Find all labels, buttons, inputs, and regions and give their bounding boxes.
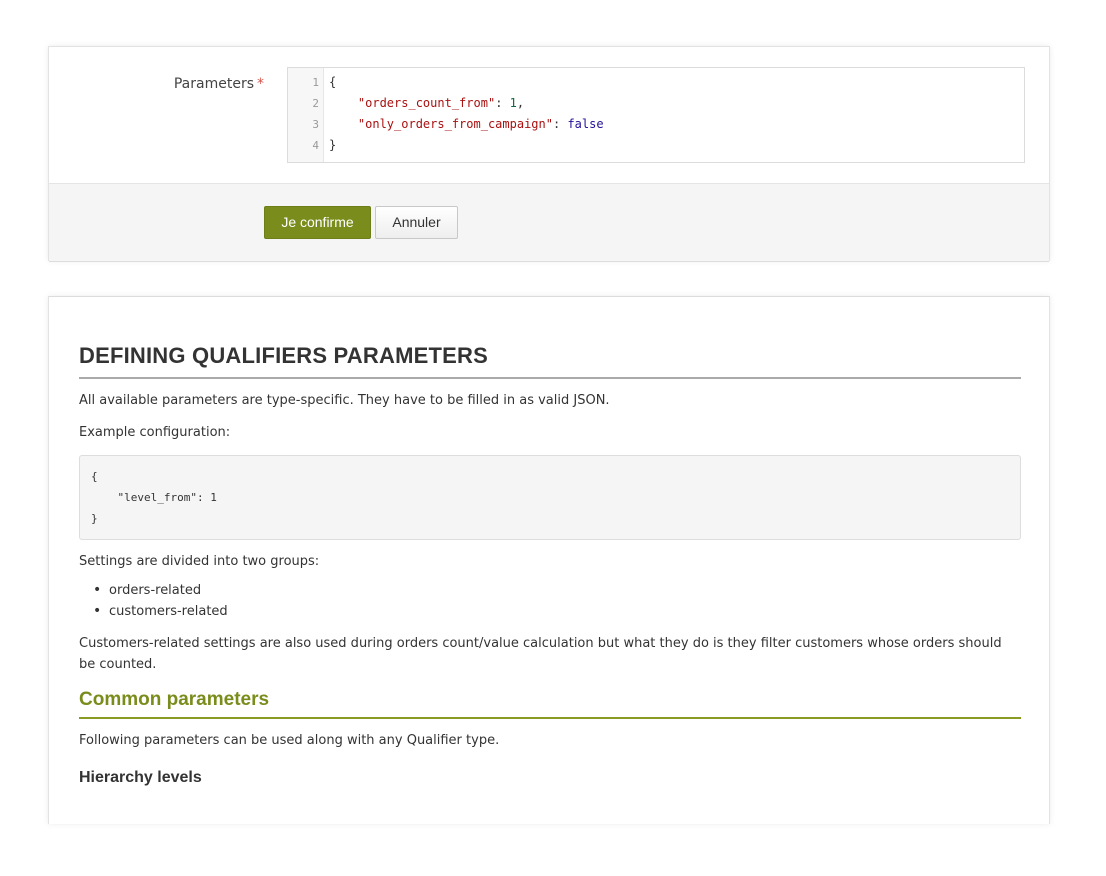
parameters-label: Parameters * — [49, 76, 264, 92]
parameters-label-text: Parameters — [173, 76, 254, 92]
code-token: "only_orders_from_campaign" — [357, 117, 553, 131]
line-number: 2 — [312, 97, 319, 110]
documentation-content: DEFINING QUALIFIERS PARAMETERS All avail… — [79, 343, 1021, 787]
form-actions-bar: Je confirme Annuler — [49, 183, 1049, 262]
required-marker: * — [257, 76, 264, 92]
code-token: : — [552, 117, 568, 131]
doc-title: DEFINING QUALIFIERS PARAMETERS — [79, 343, 1021, 379]
code-token: "orders_count_from" — [357, 96, 496, 110]
cancel-button[interactable]: Annuler — [375, 206, 458, 239]
code-text: "only_orders_from_campaign": false — [329, 114, 604, 135]
code-token: false — [567, 117, 604, 131]
list-item: orders-related — [93, 580, 1021, 601]
code-token: , — [516, 96, 525, 110]
code-token: { — [329, 75, 337, 89]
list-item: customers-related — [93, 601, 1021, 622]
code-text: "orders_count_from": 1, — [329, 93, 524, 114]
common-intro: Following parameters can be used along w… — [79, 733, 500, 748]
code-text: } — [329, 135, 336, 156]
code-text: { — [329, 72, 336, 93]
confirm-button[interactable]: Je confirme — [264, 206, 371, 239]
hierarchy-levels-heading: Hierarchy levels — [79, 769, 202, 786]
line-number: 3 — [312, 118, 319, 131]
doc-intro: All available parameters are type-specif… — [79, 393, 610, 408]
code-token: } — [329, 138, 337, 152]
code-token: 1 — [509, 96, 517, 110]
example-label: Example configuration: — [79, 425, 231, 440]
line-number: 4 — [312, 139, 319, 152]
example-code-block: { "level_from": 1 } — [79, 455, 1021, 540]
common-parameters-heading: Common parameters — [79, 689, 1021, 719]
customers-note: Customers-related settings are also used… — [79, 636, 1002, 672]
documentation-panel: DEFINING QUALIFIERS PARAMETERS All avail… — [48, 296, 1050, 824]
code-token: : — [495, 96, 510, 110]
parameters-json-editor[interactable]: 1 {2 "orders_count_from": 1, 3 "only_order… — [287, 67, 1025, 163]
groups-list: orders-related customers-related — [79, 580, 1021, 622]
line-number: 1 — [312, 76, 319, 89]
groups-intro: Settings are divided into two groups: — [79, 554, 320, 569]
qualifier-form-panel: Parameters * 1 {2 "orders_count_from": 1, 3… — [48, 46, 1050, 262]
